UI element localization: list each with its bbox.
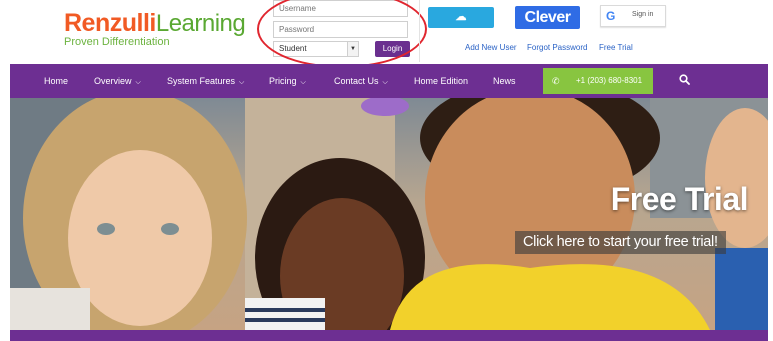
nav-home[interactable]: Home [44,64,68,98]
password-input[interactable] [273,21,408,38]
logo[interactable]: RenzulliLearning Proven Differentiation [64,8,246,48]
chevron-down-icon: ⌵ [239,79,245,86]
forgot-password-link[interactable]: Forgot Password [527,43,587,52]
nav-home-edition-label: Home Edition [414,76,469,86]
login-button[interactable]: Login [375,41,410,57]
nav-overview[interactable]: Overview ⌵ [94,64,141,98]
chevron-down-icon: ⌵ [382,79,388,86]
role-select[interactable]: Student ▼ [273,41,359,57]
login-form: Student ▼ Login [270,0,414,62]
nav-overview-label: Overview [94,76,132,86]
google-signin-label: Sign in [632,11,654,18]
cloud-icon: ☁ [455,11,467,23]
nav-home-edition[interactable]: Home Edition [414,64,468,98]
google-signin-button[interactable]: G Sign in [600,5,666,27]
hero-cta-link[interactable]: Click here to start your free trial! [515,231,726,254]
hero-title: Free Trial [610,181,749,217]
nav-pricing-label: Pricing [269,76,297,86]
logo-name-part2: Learning [155,10,246,37]
logo-name-part1: Renzulli [64,9,156,37]
nav-news-label: News [493,76,516,86]
username-input[interactable] [273,0,408,17]
clever-button[interactable]: Clever [515,6,580,29]
bottom-bar [10,330,768,341]
nav-home-label: Home [44,76,69,86]
main-nav: Home Overview ⌵ System Features ⌵ Pricing ⌵… [10,64,768,98]
add-new-user-link[interactable]: Add New User [465,43,517,52]
chevron-down-icon: ⌵ [300,79,306,86]
logo-wordmark: RenzulliLearning [64,8,246,39]
google-icon: G [606,9,616,23]
nav-system-features-label: System Features [167,76,236,86]
nav-contact-us-label: Contact Us [334,76,379,86]
header-divider [419,0,420,62]
chevron-down-icon: ⌵ [135,79,141,86]
phone-icon: ✆ [552,76,560,86]
free-trial-link[interactable]: Free Trial [599,43,633,52]
classlink-button[interactable]: ☁ ClassLink [428,7,494,44]
hero-banner[interactable]: Free Trial Click here to start your free… [10,98,768,330]
nav-contact-us[interactable]: Contact Us ⌵ [334,64,388,98]
nav-pricing[interactable]: Pricing ⌵ [269,64,306,98]
nav-news[interactable]: News [493,64,516,98]
phone-number: +1 (203) 680-8301 [576,76,643,85]
search-icon[interactable] [679,64,690,98]
phone-button[interactable]: ✆ +1 (203) 680-8301 [543,68,653,94]
role-select-value: Student [279,44,307,53]
chevron-down-icon: ▼ [347,42,358,56]
nav-system-features[interactable]: System Features ⌵ [167,64,244,98]
